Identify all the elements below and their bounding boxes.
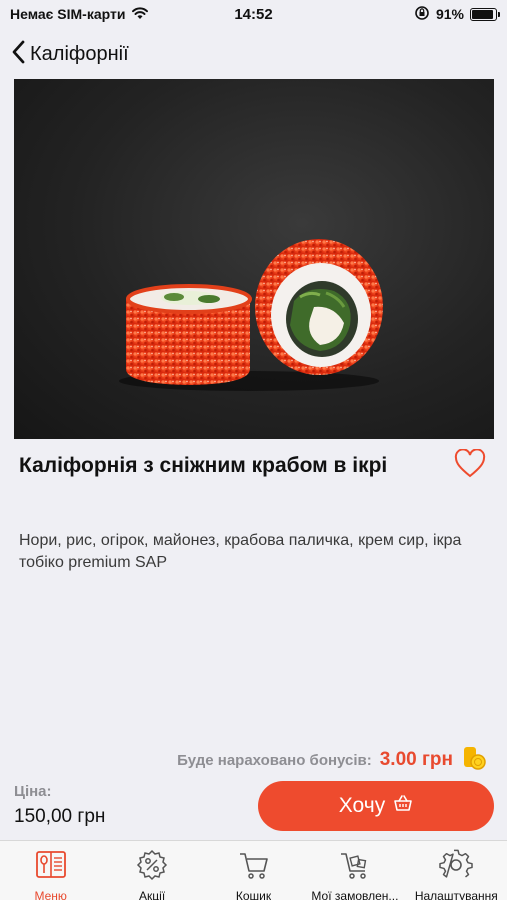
want-button[interactable]: Хочу <box>258 781 494 831</box>
tab-menu[interactable]: Меню <box>0 841 101 900</box>
menu-book-icon <box>34 849 68 886</box>
carrier-label: Немає SIM-карти <box>10 6 126 22</box>
tab-orders-label: Мої замовлен... <box>311 889 399 900</box>
heart-icon <box>454 448 486 483</box>
back-label: Каліфорнії <box>30 42 129 65</box>
price-value: 150,00 грн <box>14 806 106 827</box>
want-button-label: Хочу <box>338 794 386 817</box>
product-description: Нори, рис, огірок, майонез, крабова пали… <box>19 532 462 571</box>
back-button[interactable]: Каліфорнії <box>12 40 129 69</box>
battery-icon <box>470 7 500 21</box>
cart-icon <box>237 849 271 886</box>
price-label: Ціна: <box>14 783 52 800</box>
discount-icon <box>135 849 169 886</box>
status-bar: Немає SIM-карти 14:52 91% <box>0 0 507 28</box>
coins-icon <box>461 745 487 776</box>
orders-cart-icon <box>338 849 372 886</box>
favorite-button[interactable] <box>454 448 488 483</box>
bonus-value: 3.00 грн <box>379 749 453 770</box>
gear-icon <box>439 849 474 886</box>
status-left: Немає SIM-карти <box>10 6 149 23</box>
nav-bar: Каліфорнії <box>0 32 507 76</box>
tab-cart-label: Кошик <box>235 889 272 900</box>
tab-orders[interactable]: Мої замовлен... <box>304 841 405 900</box>
tab-settings[interactable]: Налаштування <box>406 841 507 900</box>
tab-settings-label: Налаштування <box>414 889 498 900</box>
battery-fill <box>472 9 493 19</box>
basket-icon <box>393 794 413 818</box>
product-image <box>14 79 494 439</box>
rotation-lock-icon <box>414 5 430 24</box>
wifi-icon <box>131 6 149 23</box>
bonus-row: Буде нараховано бонусів: 3.00 грн <box>0 745 487 775</box>
chevron-left-icon <box>12 40 26 69</box>
tab-bar: Меню Акції Кошик Мої замовлен... Налашту… <box>0 840 507 900</box>
battery-percent: 91% <box>435 6 464 22</box>
status-right: 91% <box>414 5 500 24</box>
tab-menu-label: Меню <box>34 889 67 900</box>
tab-cart[interactable]: Кошик <box>203 841 304 900</box>
price-block: Ціна: 150,00 грн <box>14 783 105 828</box>
tab-promotions-label: Акції <box>139 889 166 900</box>
sushi-illustration <box>119 239 383 391</box>
bonus-label: Буде нараховано бонусів: <box>177 751 372 769</box>
product-title: Каліфорнія з сніжним крабом в ікрі <box>19 454 388 477</box>
tab-promotions[interactable]: Акції <box>101 841 202 900</box>
